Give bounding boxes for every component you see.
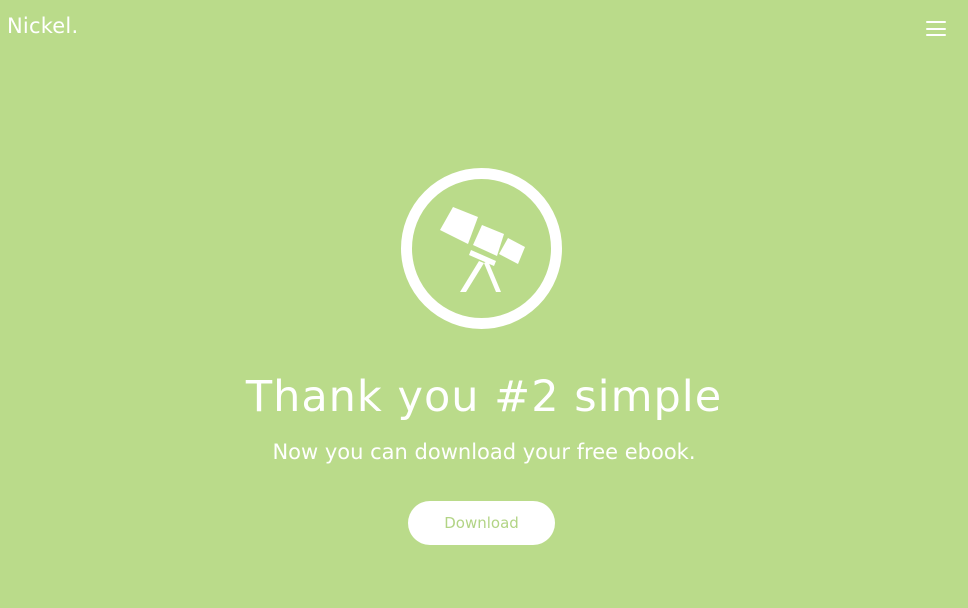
menu-line (926, 27, 946, 30)
subtitle: Now you can download your free ebook. (272, 440, 696, 464)
page-title: Thank you #2 simple (245, 372, 723, 422)
hamburger-menu-icon[interactable] (920, 16, 952, 42)
telescope-icon (401, 168, 562, 329)
menu-line (926, 21, 946, 24)
logo[interactable]: Nickel. (7, 14, 78, 38)
download-button[interactable]: Download (408, 501, 555, 545)
page: Nickel. Thank you #2 simple Now you can … (0, 0, 968, 608)
menu-line (926, 34, 946, 37)
